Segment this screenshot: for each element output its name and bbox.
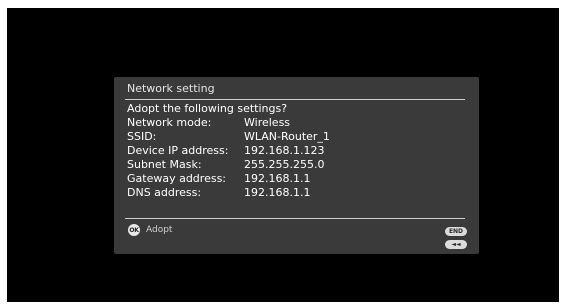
title-divider <box>125 99 465 100</box>
setting-value: 255.255.255.0 <box>244 158 325 171</box>
footer-divider <box>125 218 465 219</box>
setting-label: DNS address: <box>127 186 202 199</box>
network-setting-dialog: Network setting Adopt the following sett… <box>114 77 479 254</box>
ok-icon: OK <box>128 224 140 236</box>
confirm-prompt: Adopt the following settings? <box>127 102 288 115</box>
dialog-title: Network setting <box>127 82 215 95</box>
back-button[interactable]: ◄◄ <box>445 240 467 249</box>
setting-label: Network mode: <box>127 116 212 129</box>
setting-label: Device IP address: <box>127 144 229 157</box>
end-button[interactable]: END <box>445 227 467 236</box>
setting-value: 192.168.1.123 <box>244 144 325 157</box>
setting-value: Wireless <box>244 116 291 129</box>
tv-screen: Network setting Adopt the following sett… <box>7 8 559 302</box>
setting-value: 192.168.1.1 <box>244 186 311 199</box>
setting-value: 192.168.1.1 <box>244 172 311 185</box>
setting-label: Gateway address: <box>127 172 227 185</box>
adopt-label: Adopt <box>146 225 173 235</box>
setting-label: SSID: <box>127 130 157 143</box>
setting-value: WLAN-Router_1 <box>244 130 330 143</box>
adopt-button[interactable]: OK Adopt <box>128 224 172 236</box>
setting-label: Subnet Mask: <box>127 158 202 171</box>
